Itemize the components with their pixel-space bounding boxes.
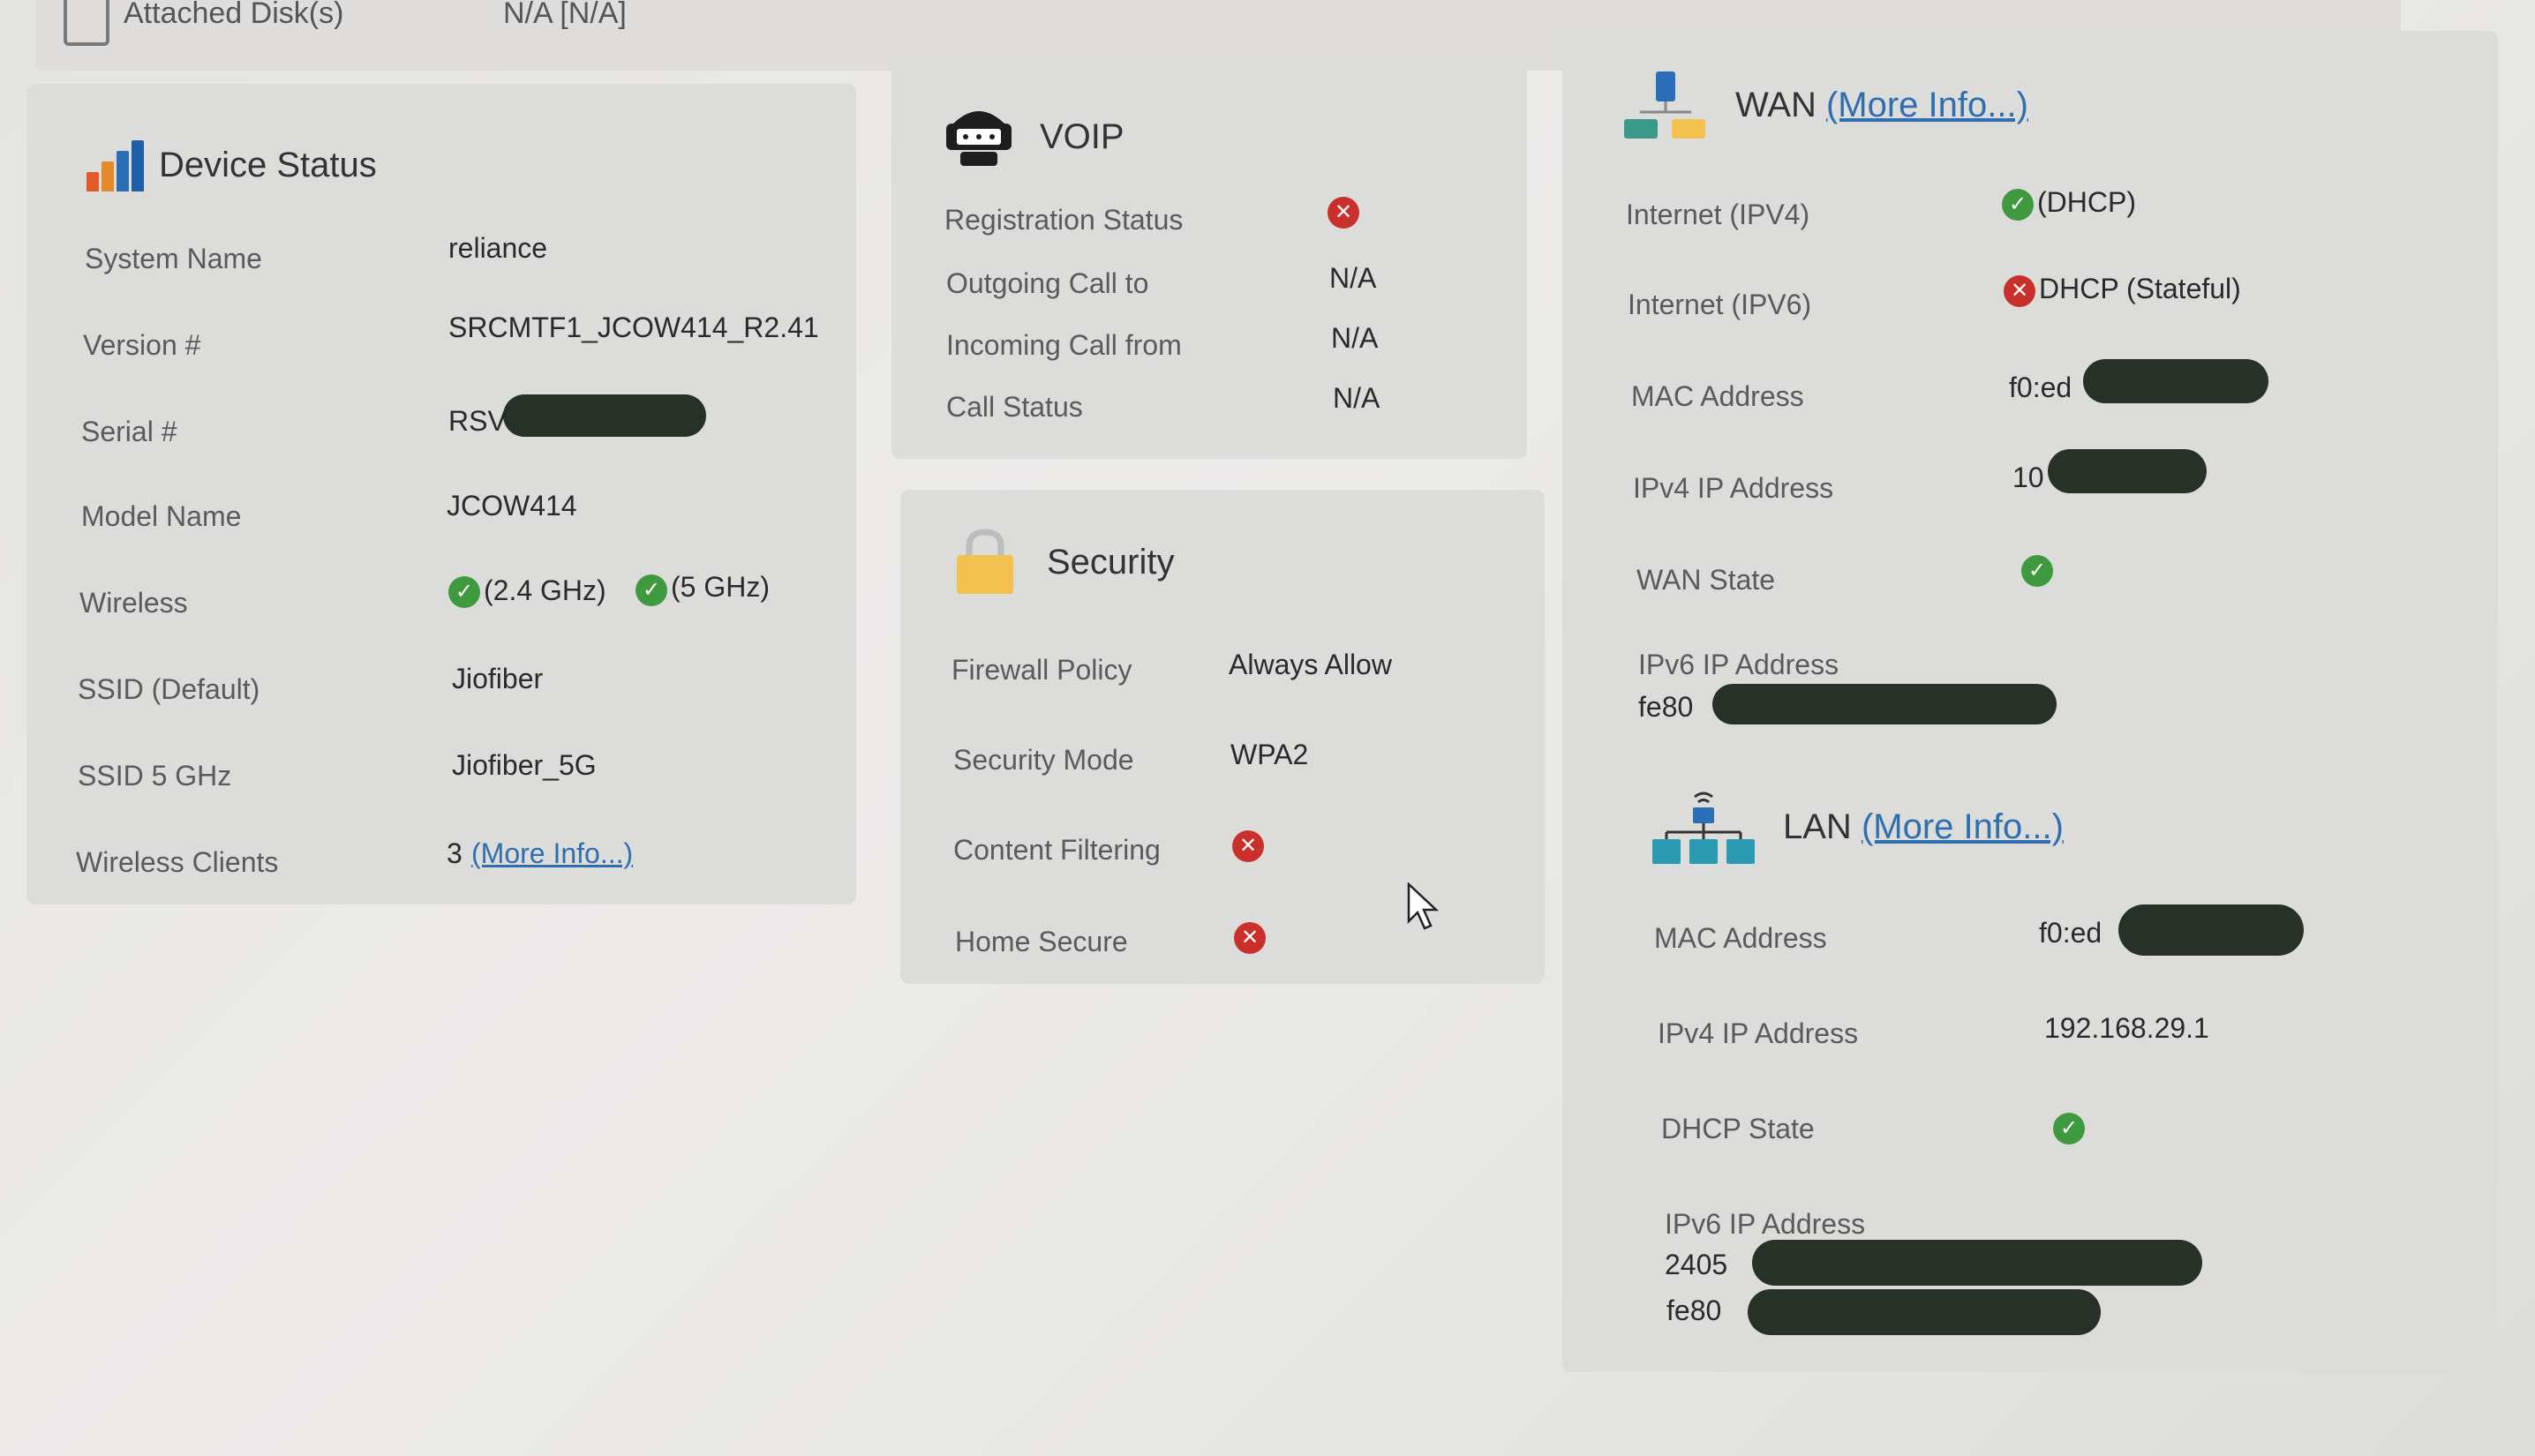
security-mode-value: WPA2 [1230,739,1309,770]
internet-ipv4-ok-icon: ✓ [2002,188,2034,221]
security-mode-label: Security Mode [953,744,1134,776]
wan-mac-value: f0:ed [2009,372,2072,403]
lan-ipv6-ip-value-2: fe80 [1666,1295,1722,1326]
internet-ipv4-text: (DHCP) [2037,186,2136,218]
security-panel: Security Firewall Policy Always Allow Se… [900,490,1545,984]
attached-disks-value: N/A [N/A] [503,0,627,30]
wireless-clients-more-info-link[interactable]: (More Info...) [471,837,633,870]
serial-redaction [503,394,706,437]
lan-title: LAN (More Info...) [1783,807,2064,847]
registration-status-error-icon: ✕ [1328,197,1359,229]
lan-mac-redaction [2118,904,2304,956]
wan-state-label: WAN State [1636,564,1776,596]
incoming-call-label: Incoming Call from [946,329,1182,361]
lan-title-text: LAN [1783,807,1852,846]
mouse-cursor-icon [1407,882,1440,930]
disk-icon [64,0,109,46]
internet-ipv6-text: DHCP (Stateful) [2039,273,2241,304]
version-label: Version # [83,329,201,361]
model-name-label: Model Name [81,500,242,532]
internet-ipv4-value: ✓ (DHCP) [2002,186,2136,221]
device-status-panel: Device Status System Name reliance Versi… [26,84,856,904]
signal-bars-icon [87,139,148,191]
network-panel: WAN (More Info...) Internet (IPV4) ✓ (DHC… [1562,31,2498,1372]
internet-ipv6-value: ✕ DHCP (Stateful) [2004,273,2241,307]
lan-network-icon [1652,792,1755,864]
lock-icon [957,529,1013,594]
wireless-24-ok-icon: ✓ [448,576,480,608]
lan-ipv6-redaction-2 [1748,1289,2101,1335]
wan-title: WAN (More Info...) [1735,86,2028,125]
outgoing-call-label: Outgoing Call to [946,267,1149,299]
lan-more-info-link[interactable]: (More Info...) [1862,807,2064,846]
incoming-call-value: N/A [1331,322,1379,354]
wan-ipv4-ip-label: IPv4 IP Address [1633,472,1834,504]
call-status-value: N/A [1333,382,1380,414]
wan-mac-label: MAC Address [1631,380,1804,412]
wireless-24-value: (2.4 GHz) [484,574,606,606]
voip-panel: VOIP Registration Status ✕ Outgoing Call… [891,57,1527,459]
wireless-clients-count: 3 [447,837,463,869]
system-name-value: reliance [448,232,548,264]
wan-ipv6-ip-label: IPv6 IP Address [1638,649,1839,680]
lan-mac-label: MAC Address [1654,922,1827,954]
wan-mac-redaction [2083,359,2268,403]
security-title: Security [1047,543,1175,582]
wan-state-ok-icon: ✓ [2021,555,2053,587]
system-name-label: System Name [85,243,262,274]
phone-icon [946,111,1012,166]
firewall-policy-label: Firewall Policy [952,654,1132,686]
content-filtering-label: Content Filtering [953,834,1161,866]
dhcp-state-label: DHCP State [1661,1113,1815,1145]
wan-ipv6-ip-value: fe80 [1638,691,1694,723]
lan-ipv4-ip-label: IPv4 IP Address [1658,1017,1859,1049]
lan-ipv6-ip-label: IPv6 IP Address [1665,1208,1866,1240]
ssid-default-label: SSID (Default) [78,673,260,705]
internet-ipv6-error-icon: ✕ [2004,274,2035,307]
model-name-value: JCOW414 [447,490,577,522]
wireless-5-value: (5 GHz) [671,571,770,603]
lan-ipv6-redaction-1 [1752,1240,2202,1286]
wireless-clients-label: Wireless Clients [76,846,279,878]
version-value: SRCMTF1_JCOW414_R2.41 [448,311,819,343]
wan-ipv6-redaction [1712,684,2057,724]
ssid-5ghz-value: Jiofiber_5G [452,749,597,781]
lan-mac-value: f0:ed [2039,917,2102,949]
outgoing-call-value: N/A [1329,262,1377,294]
internet-ipv4-label: Internet (IPV4) [1626,199,1810,230]
wireless-label: Wireless [79,587,188,619]
firewall-policy-value: Always Allow [1229,649,1392,680]
wan-title-text: WAN [1735,86,1817,124]
content-filtering-error-icon: ✕ [1232,830,1264,862]
home-secure-error-icon: ✕ [1234,922,1266,954]
registration-status-label: Registration Status [944,204,1184,236]
call-status-label: Call Status [946,391,1083,423]
ssid-5ghz-label: SSID 5 GHz [78,760,232,792]
lan-ipv6-ip-value-1: 2405 [1665,1249,1728,1280]
lan-ipv4-ip-value: 192.168.29.1 [2044,1012,2209,1044]
wan-more-info-link[interactable]: (More Info...) [1826,86,2028,124]
device-status-title: Device Status [159,146,377,184]
wan-ipv4-redaction [2048,449,2207,493]
wireless-5-ok-icon: ✓ [636,574,667,606]
attached-disks-label: Attached Disk(s) [124,0,344,30]
dhcp-state-ok-icon: ✓ [2053,1113,2085,1145]
home-secure-label: Home Secure [955,926,1128,957]
voip-title: VOIP [1040,117,1125,156]
serial-value: RSV [448,405,507,437]
serial-label: Serial # [81,416,177,447]
wan-network-icon [1624,71,1705,139]
wan-ipv4-ip-value: 10 [2012,462,2044,493]
internet-ipv6-label: Internet (IPV6) [1628,289,1812,320]
ssid-default-value: Jiofiber [452,663,544,694]
